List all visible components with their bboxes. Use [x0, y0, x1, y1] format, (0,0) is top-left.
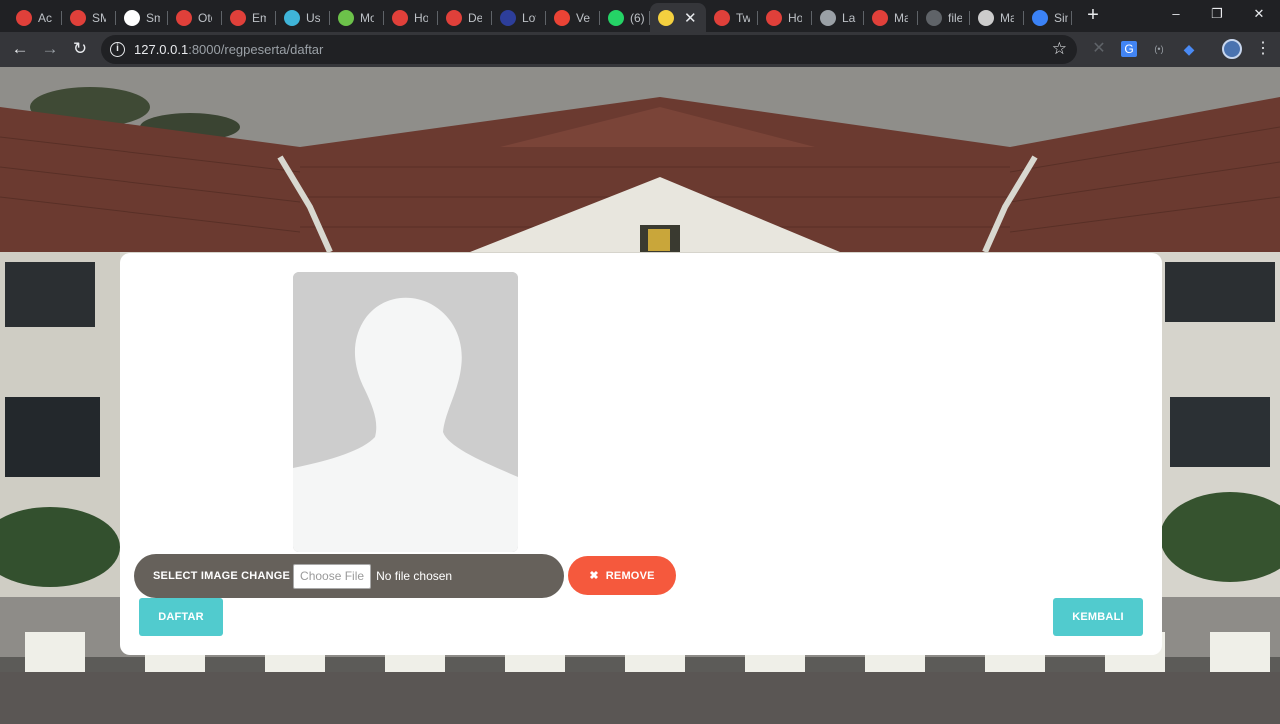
- browser-tab[interactable]: Acc: [8, 3, 62, 32]
- browser-tab[interactable]: Ma: [970, 3, 1024, 32]
- browser-tab[interactable]: Det: [438, 3, 492, 32]
- browser-tab[interactable]: Lov: [492, 3, 546, 32]
- laravel-icon: [16, 9, 32, 26]
- browser-tab[interactable]: Ma: [864, 3, 918, 32]
- laravel-icon: [70, 9, 86, 26]
- browser-tab[interactable]: Sin: [1024, 3, 1072, 32]
- j-icon: [500, 9, 516, 26]
- file-status-text: No file chosen: [376, 569, 453, 583]
- browser-tab[interactable]: Ho: [384, 3, 438, 32]
- browser-tab[interactable]: file: [918, 3, 970, 32]
- node-icon: [338, 9, 354, 26]
- remove-x-icon: ✖: [589, 570, 599, 582]
- tab-title: Acc: [38, 10, 52, 25]
- browser-tab[interactable]: Em: [222, 3, 276, 32]
- browser-tab[interactable]: Ver: [546, 3, 600, 32]
- select-image-bar[interactable]: SELECT IMAGE CHANGE Choose File No file …: [134, 554, 564, 598]
- profile-photo-placeholder[interactable]: [293, 272, 518, 552]
- site-info-icon[interactable]: i: [110, 42, 125, 57]
- bookmark-star-icon[interactable]: ☆: [1052, 39, 1067, 59]
- page-background: SELECT IMAGE CHANGE Choose File No file …: [0, 67, 1280, 724]
- tab-title: file: [948, 10, 962, 25]
- daftar-button[interactable]: DAFTAR: [139, 598, 223, 636]
- url-host: 127.0.0.1: [134, 42, 189, 57]
- address-bar[interactable]: i 127.0.0.1:8000/regpeserta/daftar ☆: [101, 35, 1077, 64]
- tab-title: Ho: [414, 10, 428, 25]
- browser-tab[interactable]: Oto: [168, 3, 222, 32]
- back-button[interactable]: ←: [9, 38, 31, 60]
- laravel-icon: [714, 9, 730, 26]
- browser-tab[interactable]: (6): [600, 3, 650, 32]
- choose-file-button[interactable]: Choose File: [293, 563, 372, 589]
- browser-tab[interactable]: Ho: [758, 3, 812, 32]
- browser-tab[interactable]: Lar: [812, 3, 864, 32]
- tab-title: Oto: [198, 10, 212, 25]
- html5-icon: [284, 9, 300, 26]
- new-tab-button[interactable]: +: [1083, 5, 1103, 25]
- tab-title: Ho: [788, 10, 802, 25]
- close-tab-icon[interactable]: ✕: [684, 9, 697, 27]
- registration-card: SELECT IMAGE CHANGE Choose File No file …: [120, 253, 1162, 655]
- minimize-button[interactable]: –: [1165, 4, 1187, 24]
- browser-tab[interactable]: ✕: [650, 3, 706, 32]
- tab-title: Sm: [146, 10, 160, 25]
- laravel-logo-icon: [230, 9, 246, 26]
- tab-title: Twi: [736, 10, 750, 25]
- close-window-button[interactable]: ✕: [1248, 4, 1270, 24]
- url-path: :8000/regpeserta/daftar: [188, 42, 324, 57]
- browser-toolbar: ← → ↻ i 127.0.0.1:8000/regpeserta/daftar…: [0, 32, 1280, 67]
- browser-tab[interactable]: Mo: [330, 3, 384, 32]
- laravel-icon: [446, 9, 462, 26]
- medium-icon: [124, 9, 140, 26]
- laravel-icon: [766, 9, 782, 26]
- google-translate-icon[interactable]: G: [1121, 41, 1137, 57]
- dw-icon: [176, 9, 192, 26]
- profile-avatar[interactable]: [1222, 39, 1242, 59]
- forward-button[interactable]: →: [39, 38, 61, 60]
- tab-title: Mo: [360, 10, 374, 25]
- github-icon: [926, 9, 942, 26]
- restore-button[interactable]: ❐: [1206, 4, 1228, 24]
- reload-button[interactable]: ↻: [69, 38, 91, 60]
- tab-strip: Acc SM Sm Oto Em Use Mo Ho Det Lov Ver (6) ✕ Twi Ho Lar…: [0, 0, 1280, 32]
- tab-title: Det: [468, 10, 482, 25]
- tab-separator: [1071, 11, 1072, 25]
- url-text[interactable]: 127.0.0.1:8000/regpeserta/daftar: [134, 42, 323, 57]
- extension-code-icon[interactable]: (•): [1151, 41, 1167, 57]
- browser-tab[interactable]: Sm: [116, 3, 168, 32]
- gmail-icon: [554, 9, 570, 26]
- remove-label: REMOVE: [605, 569, 655, 582]
- person-silhouette-icon: [293, 272, 518, 552]
- tab-title: Lov: [522, 10, 536, 25]
- browser-tab[interactable]: Twi: [706, 3, 758, 32]
- browser-tab[interactable]: Use: [276, 3, 330, 32]
- extension-diamond-icon[interactable]: ◆: [1181, 41, 1197, 57]
- tab-title: Ma: [894, 10, 908, 25]
- tab-title: Ma: [1000, 10, 1014, 25]
- tab-title: Lar: [842, 10, 856, 25]
- laravel-logo-icon: [872, 9, 888, 26]
- gear-icon: [820, 9, 836, 26]
- select-image-label: SELECT IMAGE CHANGE: [153, 570, 291, 582]
- tab-title: SM: [92, 10, 106, 25]
- tab-title: Em: [252, 10, 266, 25]
- whatsapp-icon: [608, 9, 624, 26]
- extension-x-icon[interactable]: ✕: [1091, 41, 1107, 57]
- laravel-icon: [392, 9, 408, 26]
- kembali-button[interactable]: KEMBALI: [1053, 598, 1143, 636]
- tab-title: Sin: [1054, 10, 1068, 25]
- emblem-icon: [658, 9, 674, 26]
- bow-icon: [978, 9, 994, 26]
- p-icon: [1032, 9, 1048, 26]
- menu-kebab-icon[interactable]: ⋮: [1255, 39, 1271, 59]
- tab-title: Use: [306, 10, 320, 25]
- tab-title: Ver: [576, 10, 590, 25]
- remove-button[interactable]: ✖ REMOVE: [568, 556, 676, 595]
- tab-title: (6): [630, 10, 644, 25]
- browser-tab[interactable]: SM: [62, 3, 116, 32]
